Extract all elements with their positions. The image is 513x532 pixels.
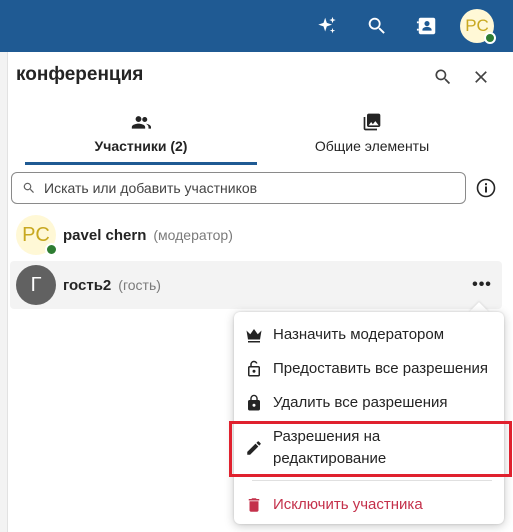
contacts-icon[interactable]	[413, 12, 441, 40]
trash-icon	[248, 498, 260, 512]
active-tab-indicator	[25, 162, 257, 165]
avatar: Г	[16, 265, 56, 305]
avatar-initials: Г	[30, 273, 42, 296]
participant-role: (гость)	[118, 277, 161, 293]
search-icon	[23, 182, 34, 193]
more-icon: •••	[472, 276, 492, 293]
participant-search-box[interactable]	[11, 172, 466, 204]
menu-item-label: Исключить участника	[273, 496, 423, 513]
tab-label: Общие элементы	[314, 138, 430, 154]
left-panel-edge	[0, 52, 8, 532]
participant-row[interactable]: PC pavel chern (модератор)	[10, 211, 502, 259]
panel-search-button[interactable]	[430, 64, 456, 90]
avatar-initials: PC	[22, 223, 50, 246]
avatar: PC	[16, 215, 58, 256]
close-button[interactable]	[468, 64, 494, 90]
unlock-icon	[248, 360, 260, 377]
photos-icon	[363, 113, 381, 131]
people-icon	[131, 116, 151, 129]
participant-name: гость2	[63, 276, 112, 294]
crown-icon	[246, 329, 262, 343]
search-icon[interactable]	[363, 12, 391, 40]
close-icon	[475, 71, 487, 83]
participant-name: pavel chern	[63, 226, 147, 244]
search-icon	[435, 69, 451, 85]
panel-title: конференция	[16, 64, 144, 85]
search-input[interactable]	[44, 180, 444, 196]
lock-icon	[248, 394, 260, 411]
menu-item-label: Назначить модератором	[273, 326, 445, 343]
info-icon[interactable]	[476, 178, 496, 198]
user-avatar[interactable]: PC	[460, 9, 496, 44]
participant-context-menu: Назначить модератором Предоставить все р…	[234, 312, 504, 524]
menu-item-label: Удалить все разрешения	[273, 394, 448, 411]
more-options-button[interactable]: •••	[470, 275, 494, 295]
presence-indicator	[484, 32, 496, 44]
tab-label: Участники (2)	[94, 138, 188, 154]
menu-item-make-moderator[interactable]: Назначить модератором	[234, 323, 504, 347]
menu-divider	[252, 480, 492, 481]
menu-item-remove-participant[interactable]: Исключить участника	[234, 493, 504, 517]
sparkle-icon[interactable]	[313, 12, 341, 40]
menu-item-remove-all-permissions[interactable]: Удалить все разрешения	[234, 391, 504, 415]
highlight-box	[229, 421, 512, 477]
participant-row[interactable]: Г гость2 (гость) •••	[10, 261, 502, 309]
tab-shared-items[interactable]: Общие элементы	[308, 112, 436, 166]
menu-item-label: Предоставить все разрешения	[273, 360, 489, 377]
participant-role: (модератор)	[153, 227, 233, 243]
menu-item-grant-all-permissions[interactable]: Предоставить все разрешения	[234, 357, 504, 381]
top-bar: PC	[0, 0, 513, 52]
presence-indicator	[45, 243, 58, 256]
tab-participants[interactable]: Участники (2)	[88, 112, 194, 166]
